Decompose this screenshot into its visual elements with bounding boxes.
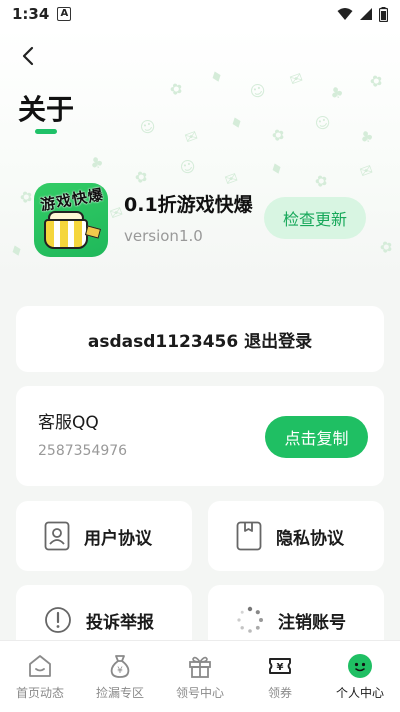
coupon-icon: ¥ xyxy=(269,658,291,674)
tab-account-center[interactable]: 领号中心 xyxy=(160,641,240,712)
qq-title: 客服QQ xyxy=(38,413,99,433)
status-time: 1:34 xyxy=(12,5,50,23)
page-title: 关于 xyxy=(18,93,75,126)
copy-button[interactable]: 点击复制 xyxy=(265,416,368,458)
app-logo: 游戏快爆 xyxy=(34,183,108,257)
check-update-button[interactable]: 检查更新 xyxy=(264,197,366,239)
title-underline xyxy=(35,129,57,134)
tab-bargain-zone[interactable]: ¥ 捡漏专区 xyxy=(80,641,160,712)
logout-button[interactable]: asdasd1123456 退出登录 xyxy=(16,306,384,372)
tab-profile[interactable]: 个人中心 xyxy=(320,641,400,712)
qq-number: 2587354976 xyxy=(38,443,128,459)
folder-icon xyxy=(236,521,262,551)
chevron-left-icon xyxy=(22,46,34,66)
wifi-icon xyxy=(337,8,353,20)
status-icons xyxy=(337,6,388,22)
customer-service-card: 客服QQ 2587354976 点击复制 xyxy=(16,386,384,486)
gift-icon xyxy=(189,656,211,678)
smile-face-icon xyxy=(348,654,372,678)
privacy-policy-label: 隐私协议 xyxy=(276,528,344,549)
notification-a-icon: A xyxy=(57,7,72,21)
bottom-tab-bar: 首页动态 ¥ 捡漏专区 领号中心 ¥ 领券 个人中心 xyxy=(0,640,400,712)
cancel-account-label: 注销账号 xyxy=(278,612,346,633)
app-name: 0.1折游戏快爆 xyxy=(124,194,253,216)
tab-coupons[interactable]: ¥ 领券 xyxy=(240,641,320,712)
tab-coupons-label: 领券 xyxy=(267,686,292,700)
tab-home[interactable]: 首页动态 xyxy=(0,641,80,712)
money-bag-icon: ¥ xyxy=(110,655,130,678)
privacy-policy-button[interactable]: 隐私协议 xyxy=(208,501,384,571)
user-agreement-label: 用户协议 xyxy=(84,528,152,549)
back-button[interactable] xyxy=(14,42,42,70)
home-icon xyxy=(29,655,51,677)
battery-icon xyxy=(379,6,388,22)
loading-spinner-icon xyxy=(237,606,263,633)
alert-circle-icon xyxy=(45,607,71,633)
status-bar: 1:34 A xyxy=(0,0,400,28)
tab-account-center-label: 领号中心 xyxy=(175,686,224,700)
tab-home-label: 首页动态 xyxy=(15,686,64,700)
svg-text:¥: ¥ xyxy=(277,662,284,673)
popcorn-bucket-shape xyxy=(44,219,88,249)
document-person-icon xyxy=(44,521,70,551)
complaint-report-label: 投诉举报 xyxy=(86,612,154,633)
tab-profile-label: 个人中心 xyxy=(335,686,384,700)
tab-bargain-zone-label: 捡漏专区 xyxy=(95,686,144,700)
app-version: version1.0 xyxy=(124,227,203,245)
svg-text:¥: ¥ xyxy=(117,666,123,676)
user-agreement-button[interactable]: 用户协议 xyxy=(16,501,192,571)
signal-icon xyxy=(360,8,372,20)
